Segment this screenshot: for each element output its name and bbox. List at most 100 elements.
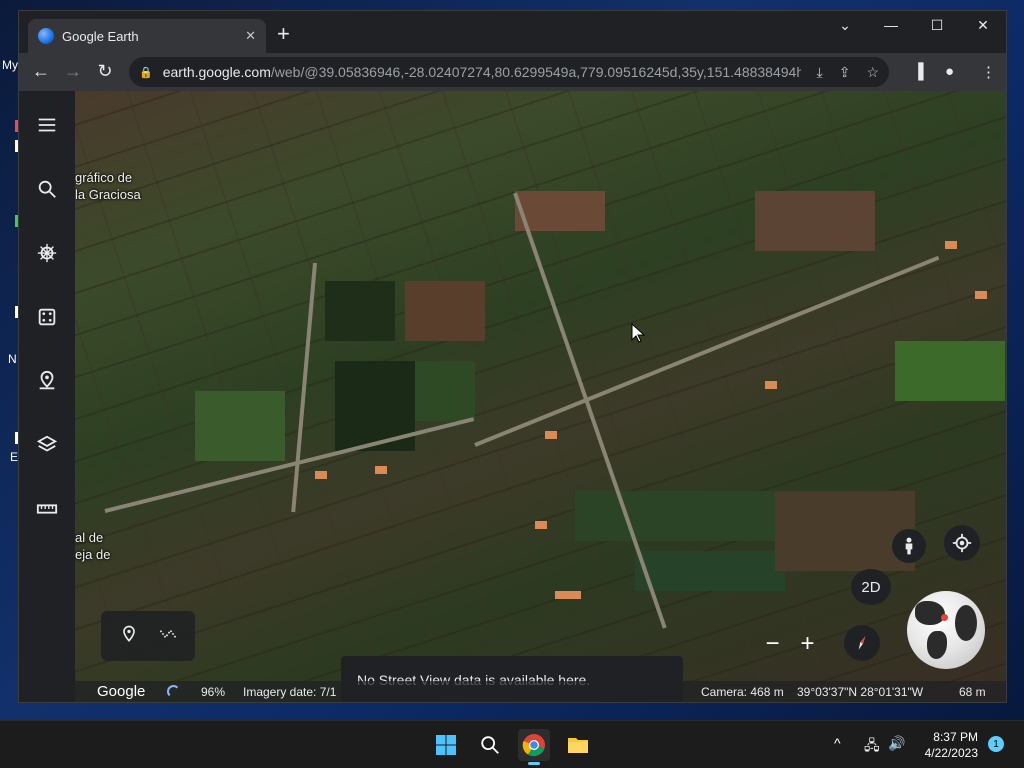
desktop-label-e: E [10,450,19,464]
tab-google-earth[interactable]: Google Earth ✕ [28,19,266,53]
sidepanel-icon[interactable]: ▐ [913,63,924,80]
star-icon[interactable]: ☆ [866,64,879,81]
place-label-line: eja de [75,547,111,562]
road [513,192,667,629]
url-host: earth.google.com [162,64,271,80]
tab-search-dropdown-icon[interactable]: ⌄ [825,17,865,34]
new-tab-button[interactable]: + [277,23,290,45]
close-window-button[interactable]: ✕ [963,17,1003,34]
url-path: /web/@39.05836946,-28.02407274,80.629954… [270,64,801,80]
loading-percent: 96% [201,685,226,699]
browser-toolbar: ← → ↻ 🔒 earth.google.com/web/@39.0583694… [19,53,1006,91]
map-tools-box [101,611,195,661]
tab-strip: Google Earth ✕ + ⌄ — ☐ ✕ [19,11,1006,53]
back-button[interactable]: ← [29,61,53,82]
building [945,241,957,249]
camera-altitude: Camera: 468 m [701,685,784,699]
map-style-icon[interactable] [29,427,65,463]
building [555,591,581,599]
building [315,471,327,479]
globe-land [915,601,945,625]
chrome-icon[interactable] [518,729,550,765]
field-patch [405,281,485,341]
desktop-label-n: N [8,352,17,366]
start-icon[interactable] [430,729,462,761]
earth-status-bar: Google 96% Imagery date: 7/1 Camera: 468… [75,681,1006,702]
place-label-top: gráfico de la Graciosa [75,169,141,203]
share-icon[interactable]: ⇪ [839,64,851,81]
tray-chevron-icon[interactable]: ^ [834,735,841,751]
field-patch [515,191,605,231]
building [975,291,987,299]
system-clock[interactable]: 8:37 PM 4/22/2023 [920,729,978,761]
feeling-lucky-icon[interactable] [29,299,65,335]
voyager-icon[interactable] [29,235,65,271]
coordinates: 39°03'37"N 28°01'31"W [797,685,924,699]
volume-icon[interactable]: 🔊 [888,735,905,752]
field-patch [325,281,395,341]
google-earth-app: gráfico de la Graciosa al de eja de 2D −… [19,91,1006,702]
road [291,262,317,513]
satellite-map-view[interactable]: gráfico de la Graciosa al de eja de 2D −… [75,91,1006,702]
forward-button[interactable]: → [61,61,85,82]
tab-close-icon[interactable]: ✕ [245,28,256,44]
road [104,417,475,513]
earth-sidebar [19,91,75,702]
building [765,381,777,389]
active-app-indicator [528,762,540,765]
mouse-cursor-icon [631,323,645,343]
browser-window: Google Earth ✕ + ⌄ — ☐ ✕ ← → ↻ 🔒 earth.g… [18,10,1007,703]
minimize-button[interactable]: — [871,17,911,33]
building [535,521,547,529]
notification-badge[interactable]: 1 [988,736,1004,752]
search-icon[interactable] [29,171,65,207]
field-patch [895,341,1005,401]
zoom-out-button[interactable]: − [765,630,779,658]
reload-button[interactable]: ↻ [93,61,117,82]
clock-date: 4/22/2023 [924,746,978,760]
projects-icon[interactable] [29,363,65,399]
clock-time: 8:37 PM [933,730,978,744]
loading-spinner-icon [167,685,180,698]
imagery-date: Imagery date: 7/1 [243,685,337,699]
toggle-2d-button[interactable]: 2D [851,569,891,605]
maximize-button[interactable]: ☐ [917,17,957,34]
elevation: 68 m [959,685,986,699]
field-patch [755,191,875,251]
place-label-bottom: al de eja de [75,529,110,563]
google-earth-favicon-icon [38,28,54,44]
field-patch [635,551,785,591]
globe-location-marker [941,614,948,621]
my-location-icon[interactable] [944,525,980,561]
install-icon[interactable]: ⤓ [817,64,823,81]
profile-icon[interactable]: ● [945,63,954,80]
measure-icon[interactable] [29,491,65,527]
desktop-label-my: My [2,58,18,72]
compass-icon[interactable] [844,625,880,661]
place-label-line: gráfico de [75,170,133,185]
lock-icon[interactable]: 🔒 [139,66,153,79]
building [545,431,557,439]
draw-path-icon[interactable] [158,624,178,649]
zoom-in-button[interactable]: + [800,630,814,658]
file-explorer-icon[interactable] [562,729,594,761]
add-placemark-icon[interactable] [119,624,139,649]
tab-title: Google Earth [62,28,139,44]
building [375,466,387,474]
globe-land [955,605,977,641]
menu-icon[interactable] [29,107,65,143]
place-label-line: al de [75,530,104,545]
windows-taskbar: ^ 🖧 🔊 8:37 PM 4/22/2023 1 [0,720,1024,768]
globe-minimap[interactable] [907,591,985,669]
field-patch [575,491,775,541]
field-patch [775,491,915,571]
pegman-street-view-icon[interactable] [892,529,926,563]
place-label-line: la Graciosa [75,187,141,202]
field-patch [195,391,285,461]
field-patch [415,361,475,421]
address-bar[interactable]: 🔒 earth.google.com/web/@39.05836946,-28.… [129,57,889,87]
url-text: earth.google.com/web/@39.05836946,-28.02… [163,64,801,80]
menu-icon[interactable]: ⋮ [981,63,996,81]
search-icon[interactable] [474,729,506,761]
network-icon[interactable]: 🖧 [864,735,880,759]
